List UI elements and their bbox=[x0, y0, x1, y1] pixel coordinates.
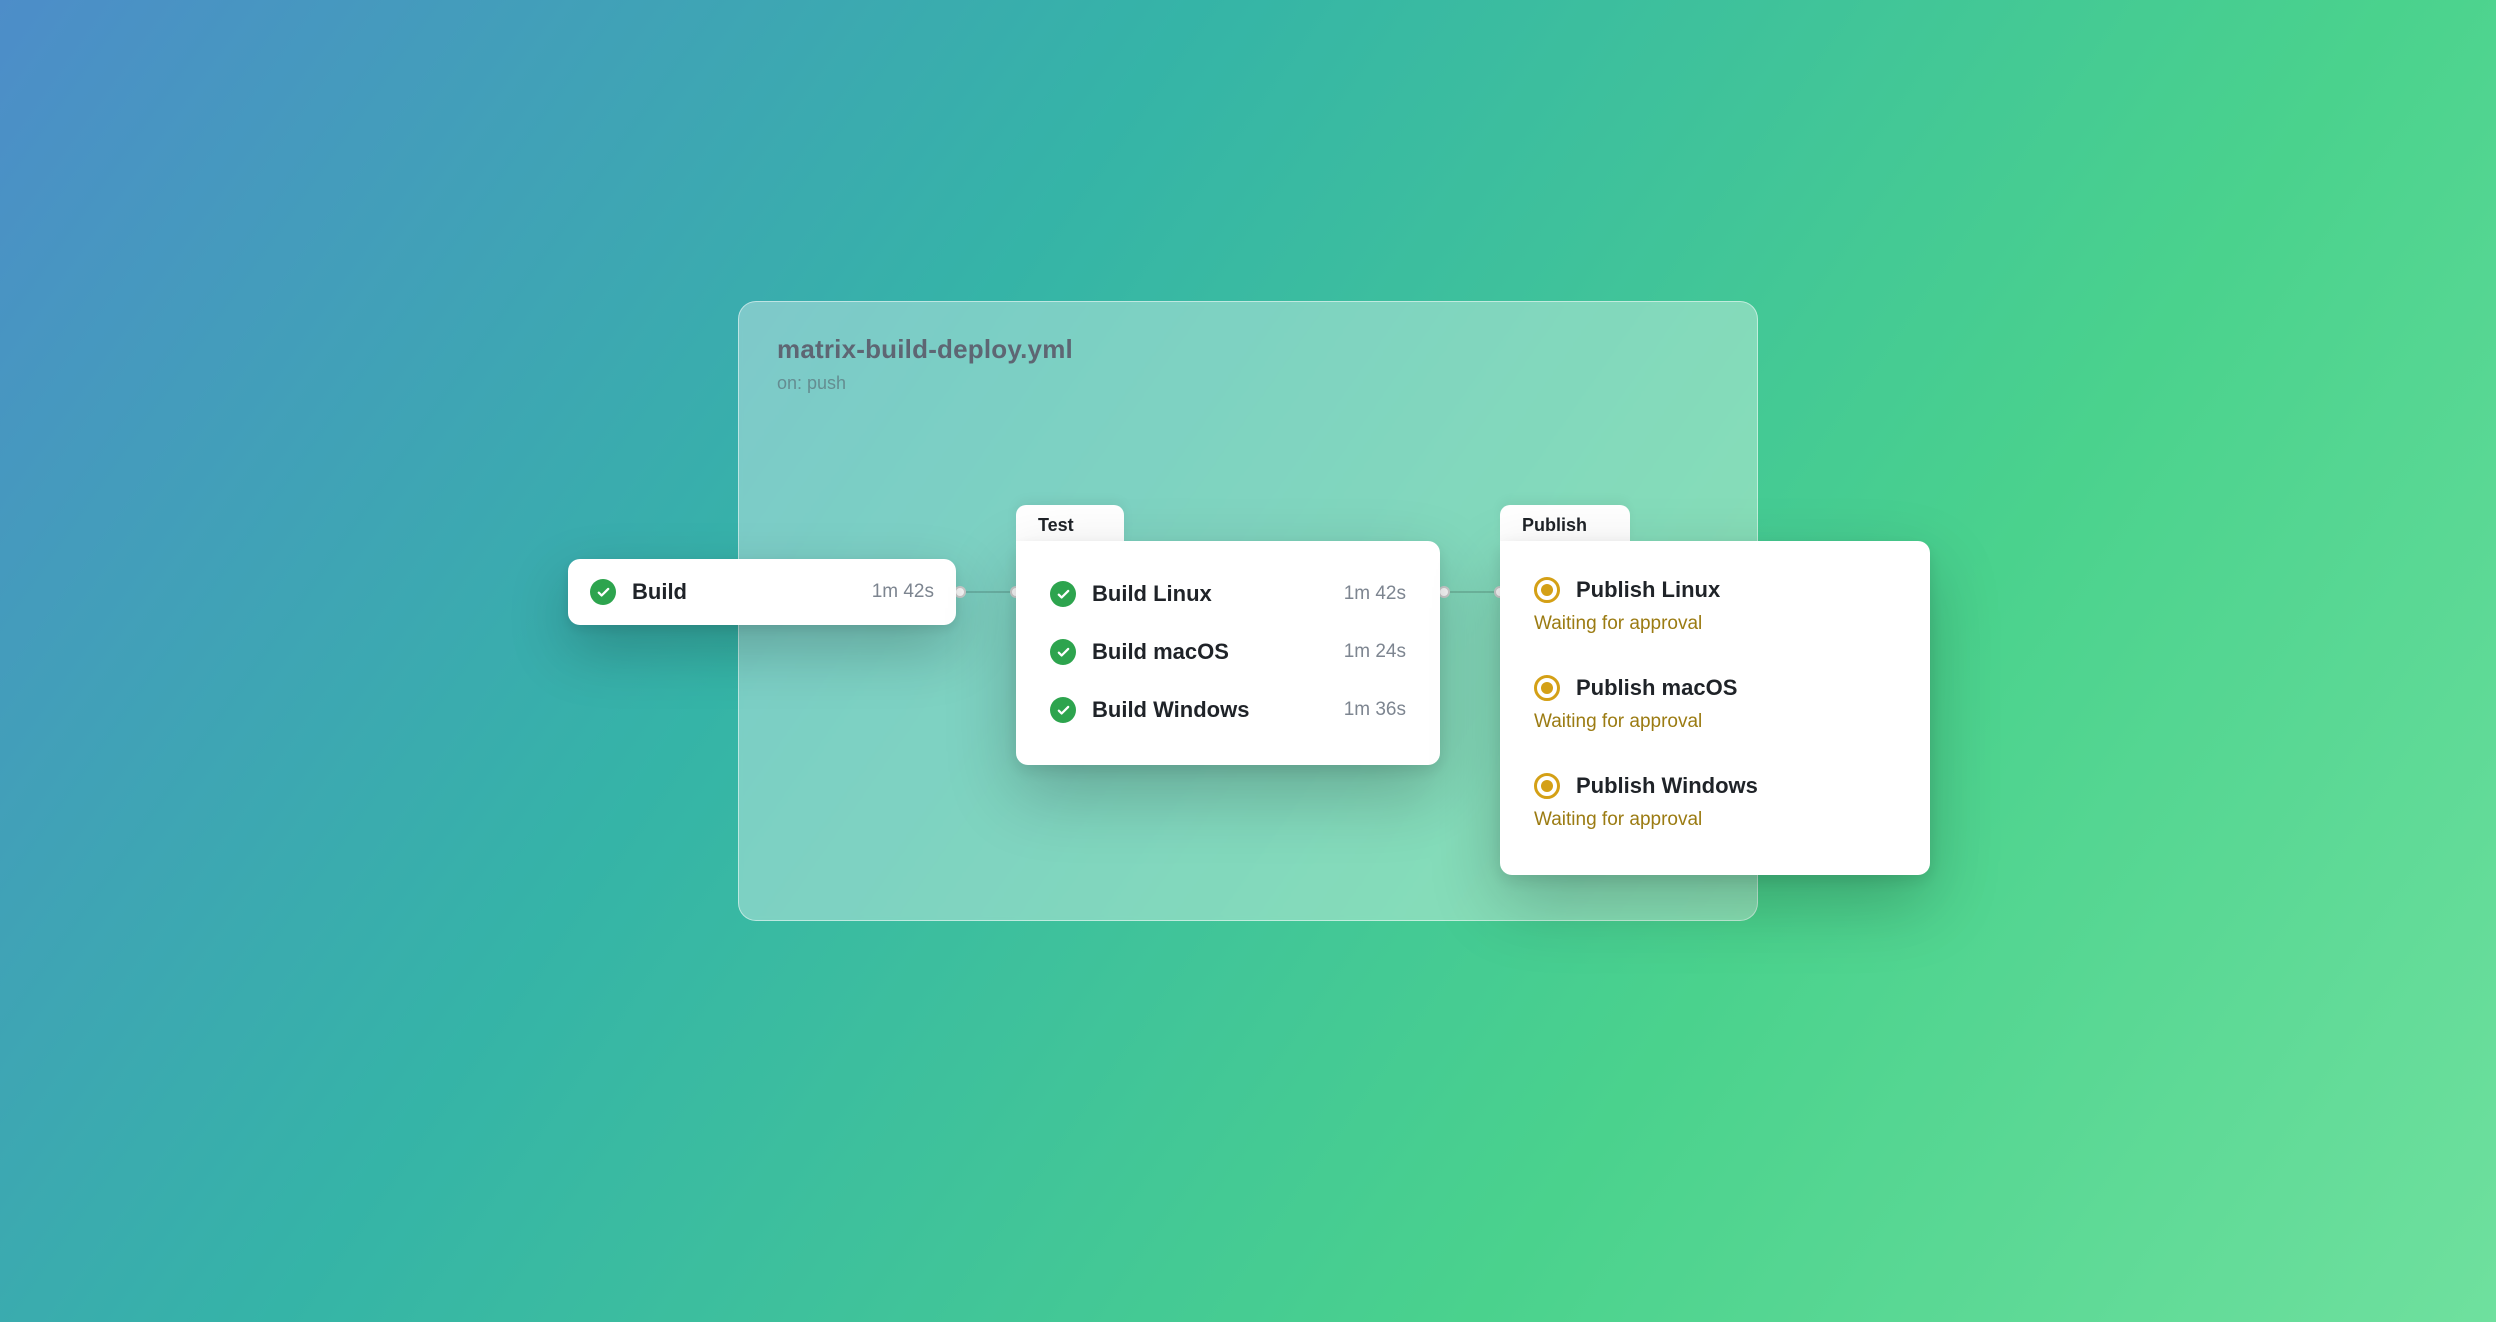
check-circle-icon bbox=[1050, 697, 1076, 723]
job-duration: 1m 24s bbox=[1344, 641, 1406, 663]
stage-group-publish: Publish Publish Linux Waiting for approv… bbox=[1500, 541, 1930, 875]
job-label: Build Linux bbox=[1092, 581, 1328, 607]
check-circle-icon bbox=[1050, 639, 1076, 665]
job-label: Publish Windows bbox=[1576, 773, 1758, 799]
job-card-build[interactable]: Build 1m 42s bbox=[568, 559, 956, 625]
pending-circle-icon bbox=[1534, 577, 1560, 603]
job-label: Publish macOS bbox=[1576, 675, 1737, 701]
job-duration: 1m 42s bbox=[872, 581, 934, 603]
job-row[interactable]: Build Windows 1m 36s bbox=[1046, 685, 1410, 735]
job-status-note: Waiting for approval bbox=[1534, 809, 1896, 831]
job-label: Publish Linux bbox=[1576, 577, 1720, 603]
stage-body-publish: Publish Linux Waiting for approval Publi… bbox=[1500, 541, 1930, 875]
job-row[interactable]: Build macOS 1m 24s bbox=[1046, 627, 1410, 677]
job-label: Build bbox=[632, 579, 856, 605]
job-status-note: Waiting for approval bbox=[1534, 613, 1896, 635]
check-circle-icon bbox=[1050, 581, 1076, 607]
pending-circle-icon bbox=[1534, 773, 1560, 799]
job-label: Build macOS bbox=[1092, 639, 1328, 665]
job-duration: 1m 42s bbox=[1344, 583, 1406, 605]
stage-tab-label: Test bbox=[1038, 515, 1074, 536]
stage-tab-test[interactable]: Test bbox=[1016, 505, 1124, 545]
workflow-canvas: matrix-build-deploy.yml on: push Build 1… bbox=[488, 301, 2008, 1021]
stage-group-test: Test Build Linux 1m 42s Build macOS 1m 2… bbox=[1016, 541, 1440, 765]
job-status-note: Waiting for approval bbox=[1534, 711, 1896, 733]
stage-tab-publish[interactable]: Publish bbox=[1500, 505, 1630, 545]
job-row[interactable]: Build Linux 1m 42s bbox=[1046, 569, 1410, 619]
job-duration: 1m 36s bbox=[1344, 699, 1406, 721]
stage-body-test: Build Linux 1m 42s Build macOS 1m 24s Bu… bbox=[1016, 541, 1440, 765]
pending-circle-icon bbox=[1534, 675, 1560, 701]
job-row[interactable]: Publish Windows Waiting for approval bbox=[1530, 765, 1900, 845]
job-label: Build Windows bbox=[1092, 697, 1328, 723]
workflow-file-name: matrix-build-deploy.yml bbox=[777, 334, 1719, 365]
job-row[interactable]: Publish macOS Waiting for approval bbox=[1530, 667, 1900, 747]
check-circle-icon bbox=[590, 579, 616, 605]
stage-tab-label: Publish bbox=[1522, 515, 1587, 536]
workflow-trigger: on: push bbox=[777, 373, 1719, 394]
job-row[interactable]: Publish Linux Waiting for approval bbox=[1530, 569, 1900, 649]
